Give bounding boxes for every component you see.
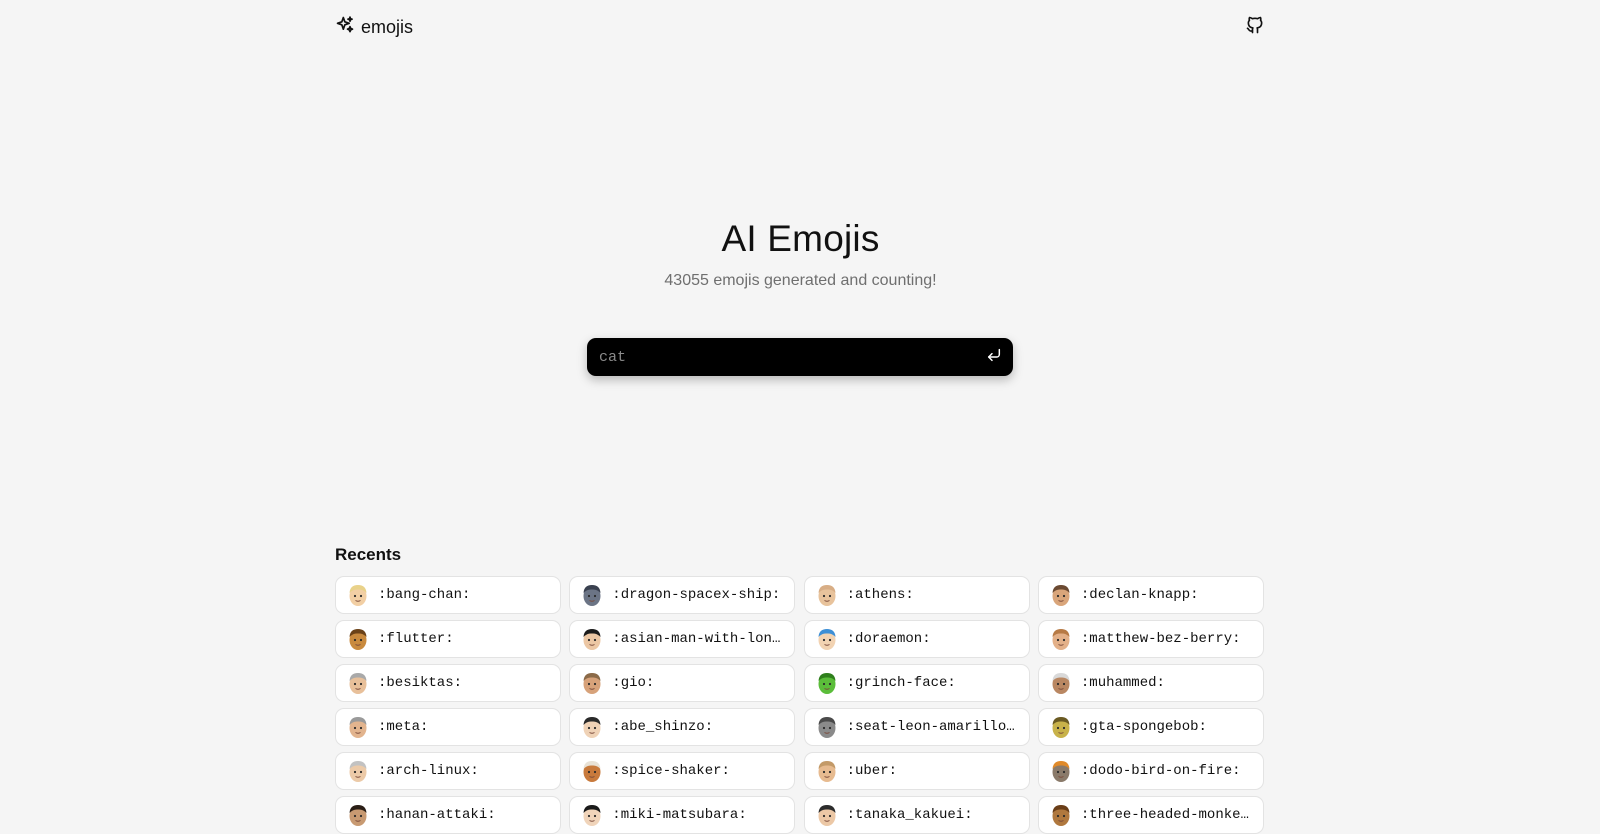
emoji-card-label: :gta-spongebob:	[1080, 719, 1207, 735]
emoji-image-icon	[344, 757, 372, 785]
hero-section: AI Emojis 43055 emojis generated and cou…	[335, 216, 1266, 290]
emoji-card[interactable]: :three-headed-monkey:	[1037, 796, 1264, 834]
emoji-image-icon	[813, 757, 841, 785]
emoji-image-icon	[813, 801, 841, 829]
emoji-image-icon	[344, 625, 372, 653]
brand-label: emojis	[361, 16, 414, 37]
github-icon	[1245, 15, 1265, 40]
emoji-card-label: :hanan-attaki:	[378, 807, 496, 823]
emoji-card[interactable]: :arch-linux:	[335, 752, 561, 790]
emoji-image-icon	[813, 713, 841, 741]
emoji-image-icon	[578, 581, 606, 609]
emoji-card[interactable]: :bang-chan:	[335, 576, 561, 614]
page-title: AI Emojis	[721, 218, 880, 259]
top-header: emojis	[335, 0, 1266, 54]
emoji-image-icon	[1047, 801, 1075, 829]
emoji-card-label: :abe_shinzo:	[612, 719, 714, 735]
emoji-card-label: :seat-leon-amarillo-bmw-m:	[846, 719, 1021, 735]
emoji-card[interactable]: :spice-shaker:	[569, 752, 796, 790]
emoji-card[interactable]: :declan-knapp:	[1037, 576, 1264, 614]
emoji-card[interactable]: :dodo-bird-on-fire:	[1037, 752, 1264, 790]
page: emojis AI Emojis 43055 emojis generated …	[0, 0, 1600, 834]
emoji-card[interactable]: :muhammed:	[1037, 664, 1264, 702]
emoji-image-icon	[578, 625, 606, 653]
emoji-card[interactable]: :dragon-spacex-ship:	[569, 576, 796, 614]
emoji-card[interactable]: :gta-spongebob:	[1037, 708, 1264, 746]
emoji-card[interactable]: :gio:	[569, 664, 796, 702]
emoji-card-label: :tanaka_kakuei:	[846, 807, 973, 823]
emoji-card-label: :flutter:	[378, 631, 454, 647]
sparkles-icon	[335, 15, 355, 40]
search-input[interactable]	[587, 338, 975, 376]
emoji-card[interactable]: :seat-leon-amarillo-bmw-m:	[803, 708, 1030, 746]
emoji-card-label: :three-headed-monkey:	[1080, 807, 1255, 823]
emoji-card[interactable]: :miki-matsubara:	[569, 796, 796, 834]
recents-section: Recents :bang-chan: :dragon-spacex-ship::…	[335, 545, 1266, 834]
emoji-image-icon	[1047, 713, 1075, 741]
emoji-image-icon	[578, 801, 606, 829]
emoji-image-icon	[813, 625, 841, 653]
brand-link[interactable]: emojis	[335, 15, 413, 40]
emoji-card-label: :spice-shaker:	[612, 763, 730, 779]
emoji-card-label: :matthew-bez-berry:	[1080, 631, 1241, 647]
emoji-card[interactable]: :abe_shinzo:	[569, 708, 796, 746]
emoji-card[interactable]: :asian-man-with-long-hair:	[569, 620, 796, 658]
emoji-card-label: :arch-linux:	[378, 763, 479, 779]
recents-heading: Recents	[335, 545, 402, 564]
emoji-card-label: :muhammed:	[1080, 675, 1165, 691]
emoji-card-label: :grinch-face:	[846, 675, 956, 691]
emoji-image-icon	[344, 581, 372, 609]
emoji-image-icon	[1047, 669, 1075, 697]
emoji-card-label: :athens:	[846, 587, 914, 603]
emoji-image-icon	[813, 669, 841, 697]
emoji-image-icon	[344, 713, 372, 741]
emoji-card-label: :doraemon:	[846, 631, 931, 647]
emoji-card-label: :gio:	[612, 675, 655, 691]
emoji-count-subtitle: 43055 emojis generated and counting!	[664, 272, 937, 289]
emoji-image-icon	[578, 757, 606, 785]
emoji-image-icon	[1047, 581, 1075, 609]
emoji-card-label: :uber:	[846, 763, 898, 779]
emoji-card-label: :besiktas:	[378, 675, 463, 691]
emoji-image-icon	[1047, 625, 1075, 653]
emoji-card-label: :dragon-spacex-ship:	[612, 587, 781, 603]
emoji-card-label: :dodo-bird-on-fire:	[1080, 763, 1241, 779]
emoji-card[interactable]: :uber:	[803, 752, 1030, 790]
emoji-image-icon	[1047, 757, 1075, 785]
submit-button[interactable]	[975, 338, 1013, 376]
emoji-card[interactable]: :flutter:	[335, 620, 561, 658]
emoji-card[interactable]: :doraemon:	[803, 620, 1030, 658]
emoji-card-label: :meta:	[378, 719, 429, 735]
emoji-card-label: :miki-matsubara:	[612, 807, 747, 823]
emoji-image-icon	[578, 669, 606, 697]
emoji-card-label: :asian-man-with-long-hair:	[612, 631, 786, 647]
emoji-image-icon	[344, 669, 372, 697]
emoji-image-icon	[578, 713, 606, 741]
emoji-card-label: :declan-knapp:	[1080, 587, 1199, 603]
emoji-card[interactable]: :matthew-bez-berry:	[1037, 620, 1264, 658]
emoji-card[interactable]: :grinch-face:	[803, 664, 1030, 702]
recents-grid: :bang-chan: :dragon-spacex-ship: :athens::…	[335, 576, 1266, 834]
main-container: emojis AI Emojis 43055 emojis generated …	[335, 0, 1266, 834]
emoji-image-icon	[813, 581, 841, 609]
emoji-image-icon	[344, 801, 372, 829]
enter-return-icon	[986, 347, 1002, 368]
emoji-card[interactable]: :meta:	[335, 708, 561, 746]
emoji-card[interactable]: :athens:	[803, 576, 1030, 614]
emoji-card[interactable]: :tanaka_kakuei:	[803, 796, 1030, 834]
github-link[interactable]	[1244, 16, 1266, 38]
search-bar	[587, 338, 1013, 376]
emoji-card-label: :bang-chan:	[378, 587, 471, 603]
emoji-card[interactable]: :hanan-attaki:	[335, 796, 561, 834]
emoji-card[interactable]: :besiktas:	[335, 664, 561, 702]
